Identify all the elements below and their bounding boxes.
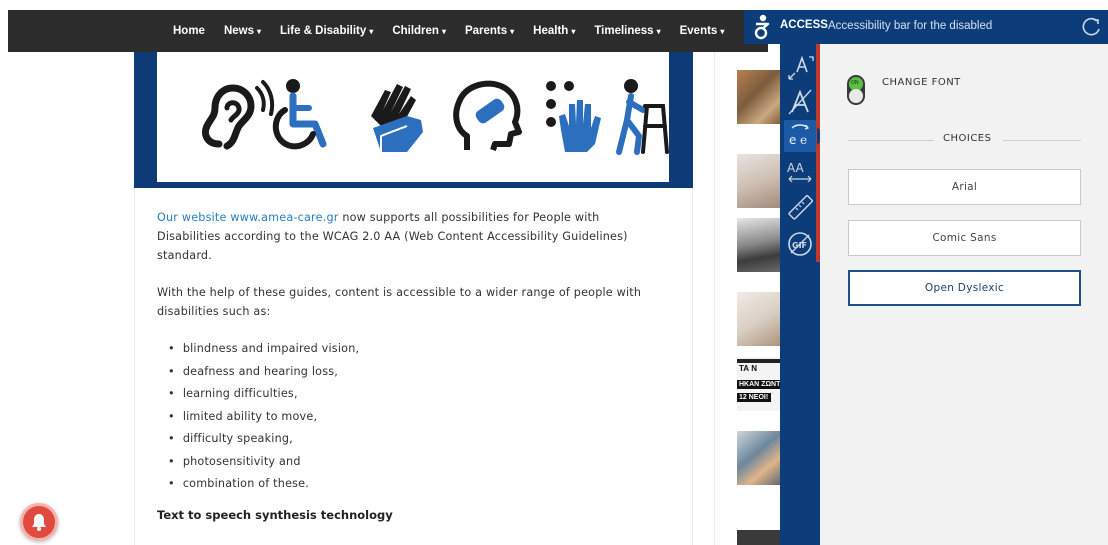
- accessibility-subtitle: Accessibility bar for the disabled: [828, 20, 993, 32]
- bell-icon: [32, 514, 46, 531]
- notification-button[interactable]: [20, 503, 58, 541]
- choices-label: CHOICES: [943, 133, 992, 144]
- reset-icon[interactable]: [1080, 16, 1102, 38]
- svg-text:GIF: GIF: [792, 241, 807, 250]
- nav-item-parents[interactable]: Parents ▾: [465, 25, 514, 37]
- top-navigation-bar: Home News ▾ Life & Disability ▾ Children ▾ Pare…: [8, 10, 771, 52]
- svg-text:AA: AA: [787, 161, 805, 175]
- font-size-decrease-icon[interactable]: [784, 86, 816, 118]
- section-heading: Text to speech synthesis technology: [157, 508, 393, 522]
- ruler-icon[interactable]: [784, 192, 816, 224]
- intro-paragraph: Our website www.amea-care.gr now support…: [157, 208, 657, 265]
- svg-text:e: e: [800, 133, 807, 147]
- disability-list: blindness and impaired vision,deafness a…: [168, 338, 359, 496]
- nav-item-events[interactable]: Events ▾: [680, 25, 725, 37]
- list-item: photosensitivity and: [168, 451, 359, 474]
- walker-icon: [616, 79, 669, 155]
- hero-image-frame: [134, 52, 693, 188]
- main-menu: Home News ▾ Life & Disability ▾ Children ▾ Pare…: [173, 10, 790, 52]
- nav-item-label: Health: [533, 25, 569, 37]
- nav-item-label: Children: [392, 25, 439, 37]
- change-font-icon[interactable]: ee: [784, 120, 816, 152]
- list-item: blindness and impaired vision,: [168, 338, 359, 361]
- braille-hand-icon: [546, 81, 601, 152]
- letter-spacing-icon[interactable]: AA: [784, 156, 816, 188]
- sign-language-icon: [371, 84, 423, 152]
- accessibility-header: ACCESS Accessibility bar for the disable…: [744, 10, 1108, 44]
- related-posts-column: ΤΑ Ν ΗΚΑΝ ΖΩΝΤΑ 12 ΝΕΟΙ!: [714, 52, 787, 545]
- chevron-down-icon: ▾: [369, 27, 374, 36]
- screen: { "nav": { "items": [ {"label": "Home", …: [0, 0, 1108, 545]
- svg-text:e: e: [789, 133, 796, 147]
- nav-item-children[interactable]: Children ▾: [392, 25, 446, 37]
- font-option-comic-sans[interactable]: Comic Sans: [848, 220, 1081, 256]
- change-font-label: CHANGE FONT: [882, 77, 961, 88]
- chevron-down-icon: ▾: [656, 27, 661, 36]
- divider-line-right: [1003, 140, 1081, 141]
- hero-image: [157, 52, 669, 182]
- accessibility-toolbar: ee AA GIF: [780, 44, 820, 545]
- nav-item-home[interactable]: Home: [173, 25, 205, 37]
- divider-line-left: [848, 140, 934, 141]
- nav-item-label: Parents: [464, 25, 508, 37]
- nav-item-life-disability[interactable]: Life & Disability ▾: [280, 25, 373, 37]
- cognitive-icon: [453, 80, 522, 151]
- list-item: deafness and hearing loss,: [168, 361, 359, 384]
- toggle-on-label: ON: [851, 80, 859, 86]
- font-option-open-dyslexic[interactable]: Open Dyslexic: [848, 270, 1081, 306]
- nav-item-label: Timeliness: [594, 25, 654, 37]
- list-item: combination of these.: [168, 473, 359, 496]
- list-item: learning difficulties,: [168, 383, 359, 406]
- accessibility-panel: ON CHANGE FONT CHOICES Arial Comic Sans Op…: [820, 44, 1108, 545]
- chevron-down-icon: ▾: [720, 27, 725, 36]
- gif-icon[interactable]: GIF: [784, 228, 816, 260]
- nav-item-timeliness[interactable]: Timeliness ▾: [594, 25, 660, 37]
- guides-paragraph: With the help of these guides, content i…: [157, 286, 642, 318]
- wheelchair-icon: [273, 79, 327, 150]
- chevron-down-icon: ▾: [441, 27, 446, 36]
- nav-item-health[interactable]: Health ▾: [533, 25, 575, 37]
- nav-item-label: Life & Disability: [280, 25, 367, 37]
- chevron-down-icon: ▾: [510, 27, 515, 36]
- accessibility-logo-icon: [754, 14, 770, 40]
- chevron-down-icon: ▾: [257, 27, 262, 36]
- list-item: difficulty speaking,: [168, 428, 359, 451]
- toggle-knob: [849, 89, 863, 103]
- nav-item-label: Home: [173, 25, 205, 37]
- choices-divider: CHOICES: [848, 133, 1081, 149]
- website-link[interactable]: Our website www.amea-care.gr: [157, 211, 339, 224]
- chevron-down-icon: ▾: [571, 27, 576, 36]
- nav-item-label: News: [223, 25, 254, 37]
- nav-item-news[interactable]: News ▾: [224, 25, 261, 37]
- font-option-arial[interactable]: Arial: [848, 169, 1081, 205]
- hearing-icon: [202, 80, 275, 150]
- list-item: limited ability to move,: [168, 406, 359, 429]
- nav-item-label: Events: [679, 25, 718, 37]
- accessibility-title: ACCESS: [780, 19, 828, 31]
- change-font-toggle[interactable]: ON: [847, 75, 865, 105]
- article-body: Our website www.amea-care.gr now support…: [134, 188, 693, 545]
- font-size-increase-icon[interactable]: [784, 52, 816, 84]
- headline-line3: 12 ΝΕΟΙ!: [737, 393, 771, 402]
